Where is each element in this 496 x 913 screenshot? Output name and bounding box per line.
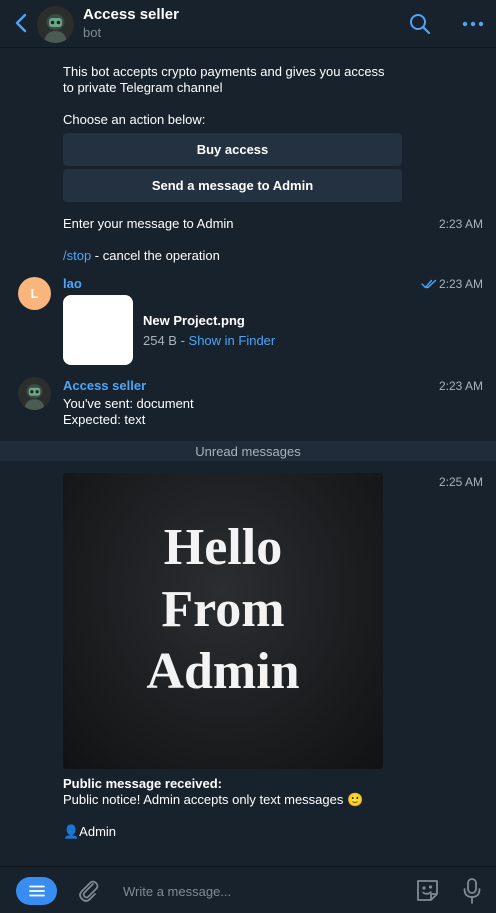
- sticker-icon[interactable]: [414, 877, 441, 904]
- unread-messages-divider: Unread messages: [0, 441, 496, 461]
- chat-title[interactable]: Access seller: [83, 6, 179, 23]
- message-list[interactable]: This bot accepts crypto payments and giv…: [0, 49, 496, 865]
- avatar-initial: L: [30, 286, 39, 301]
- double-check-icon: [421, 279, 437, 289]
- file-meta: 254 B - Show in Finder: [143, 333, 275, 348]
- file-name[interactable]: New Project.png: [143, 313, 245, 328]
- microphone-icon[interactable]: [462, 877, 482, 905]
- message-time: 2:25 AM: [439, 475, 484, 489]
- file-thumbnail[interactable]: [63, 295, 133, 365]
- photo-message[interactable]: Hello From Admin: [63, 473, 383, 769]
- photo-text-line: Admin: [146, 643, 300, 700]
- unread-label: Unread messages: [195, 443, 301, 459]
- photo-text-line: From: [161, 581, 285, 638]
- choose-action-text: Choose an action below:: [63, 112, 206, 127]
- enter-message-text: Enter your message to Admin: [63, 216, 234, 231]
- bot-avatar[interactable]: [18, 377, 51, 410]
- message-time: 2:23 AM: [439, 217, 484, 231]
- buy-access-button[interactable]: Buy access: [63, 133, 402, 166]
- stop-command-link[interactable]: /stop: [63, 248, 91, 263]
- post-signature: 👤Admin: [63, 824, 117, 839]
- bot-menu-button[interactable]: [16, 877, 57, 905]
- bot-intro-line-2: to private Telegram channel: [63, 80, 223, 95]
- paperclip-icon[interactable]: [76, 877, 100, 903]
- sender-name[interactable]: lao: [63, 276, 82, 291]
- message-time: 2:23 AM: [439, 277, 484, 291]
- send-message-to-admin-button[interactable]: Send a message to Admin: [63, 169, 402, 202]
- search-icon[interactable]: [408, 12, 432, 36]
- chat-header: Access seller bot: [0, 0, 496, 48]
- file-size: 254 B -: [143, 333, 189, 348]
- message-input[interactable]: [123, 880, 393, 902]
- post-heading: Public message received:: [63, 776, 222, 791]
- back-icon[interactable]: [12, 12, 30, 34]
- menu-icon: [28, 885, 45, 897]
- chat-subtitle: bot: [83, 25, 102, 40]
- more-icon[interactable]: [460, 12, 486, 36]
- message-time: 2:23 AM: [439, 379, 484, 393]
- bot-avatar[interactable]: [37, 6, 74, 43]
- avatar[interactable]: L: [18, 277, 51, 310]
- bot-reply-line-2: Expected: text: [63, 412, 146, 427]
- bot-intro-line-1: This bot accepts crypto payments and giv…: [63, 64, 385, 79]
- photo-text-line: Hello: [163, 519, 283, 576]
- bot-reply-line-1: You've sent: document: [63, 396, 194, 411]
- stop-instruction: /stop - cancel the operation: [63, 248, 220, 264]
- composer: [0, 866, 496, 913]
- sender-name[interactable]: Access seller: [63, 378, 146, 393]
- show-in-finder-link[interactable]: Show in Finder: [189, 333, 276, 348]
- post-body: Public notice! Admin accepts only text m…: [63, 792, 364, 807]
- stop-text: - cancel the operation: [91, 248, 220, 263]
